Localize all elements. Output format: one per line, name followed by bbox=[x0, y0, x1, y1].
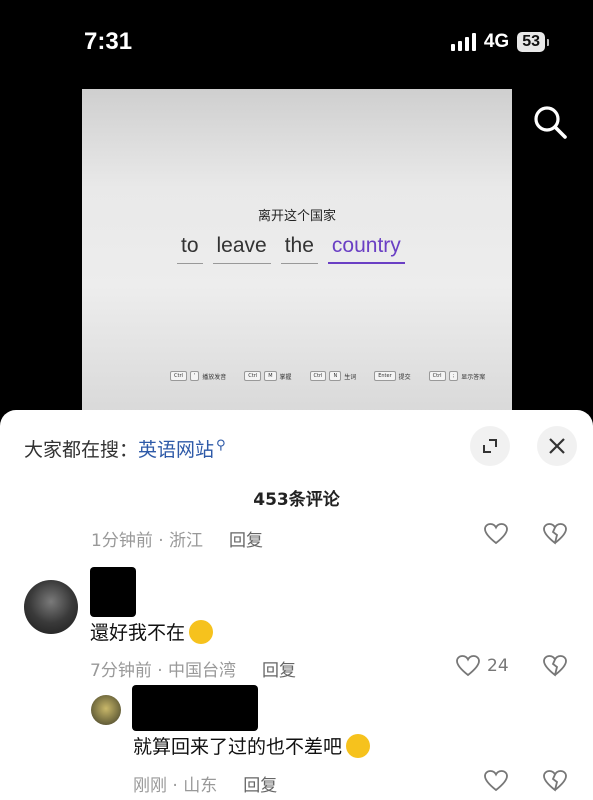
word-slot-active: country bbox=[327, 232, 405, 264]
video-player[interactable]: 离开这个国家 to leave the country Ctrl ' 播放发音 Ct… bbox=[82, 89, 512, 419]
like-button[interactable]: 24 bbox=[455, 654, 509, 678]
comment-meta: 1分钟前 · 浙江 回复 bbox=[91, 526, 263, 551]
shortcut-hint: Ctrl; 显示答案 bbox=[428, 371, 485, 381]
comment-count: 453条评论 bbox=[253, 490, 340, 510]
trending-search-term[interactable]: 英语网站 bbox=[138, 435, 214, 462]
word-slot: leave bbox=[212, 232, 271, 264]
dislike-button[interactable] bbox=[542, 522, 568, 546]
heart-icon bbox=[456, 655, 480, 677]
signal-icon bbox=[450, 33, 476, 51]
like-button[interactable] bbox=[483, 522, 509, 546]
network-type: 4G bbox=[483, 31, 510, 52]
redacted-username bbox=[132, 685, 258, 731]
shortcut-hint: Ctrl ' 播放发音 bbox=[170, 371, 226, 381]
status-indicators: 4G 53 bbox=[450, 31, 549, 53]
comments-sheet: 大家都在搜： 英语网站 ⚲ 453条评论 1分钟前 · 浙江 回复 還好我不在 … bbox=[0, 410, 593, 800]
comment-time-location: 7分钟前 · 中国台湾 bbox=[90, 661, 237, 681]
trending-search[interactable]: 大家都在搜： 英语网站 ⚲ bbox=[24, 435, 226, 462]
status-time: 7:31 bbox=[84, 28, 133, 55]
avatar[interactable] bbox=[24, 580, 78, 634]
expand-icon bbox=[483, 439, 497, 453]
comment-text: 還好我不在 bbox=[90, 618, 214, 645]
comment-text: 就算回来了过的也不差吧 bbox=[133, 732, 371, 759]
word-row: to leave the country bbox=[177, 232, 405, 264]
shortcut-hint: Ctrl M 掌握 bbox=[244, 371, 292, 381]
like-button[interactable] bbox=[483, 769, 509, 793]
expand-button[interactable] bbox=[470, 426, 510, 466]
reply-button[interactable]: 回复 bbox=[243, 771, 277, 796]
comment-time-location: 1分钟前 · 浙江 bbox=[91, 531, 204, 551]
word-slot: the bbox=[280, 232, 318, 264]
broken-heart-icon bbox=[543, 770, 567, 792]
close-button[interactable] bbox=[537, 426, 577, 466]
small-search-icon: ⚲ bbox=[216, 438, 226, 453]
broken-heart-icon bbox=[543, 655, 567, 677]
crying-emoji-icon bbox=[346, 733, 371, 758]
heart-icon bbox=[484, 770, 508, 792]
comment-meta: 7分钟前 · 中国台湾 回复 bbox=[90, 656, 296, 681]
word-slot: to bbox=[177, 232, 203, 264]
battery-indicator: 53 bbox=[517, 32, 549, 52]
redacted-username bbox=[90, 567, 136, 617]
trending-search-prefix: 大家都在搜： bbox=[24, 439, 139, 461]
comment-time-location: 刚刚 · 山东 bbox=[133, 776, 218, 796]
avatar[interactable] bbox=[91, 695, 121, 725]
shortcut-hints: Ctrl ' 播放发音 Ctrl M 掌握 Ctrl N 生词 Enter 提交 Ctrl; 显… bbox=[170, 371, 485, 381]
close-icon bbox=[549, 438, 565, 454]
search-icon bbox=[534, 106, 567, 139]
comment-meta: 刚刚 · 山东 回复 bbox=[133, 771, 277, 796]
like-count: 24 bbox=[487, 656, 509, 676]
video-chinese-title: 离开这个国家 bbox=[257, 209, 336, 224]
reply-button[interactable]: 回复 bbox=[262, 656, 296, 681]
reply-button[interactable]: 回复 bbox=[229, 526, 263, 551]
shortcut-hint: Ctrl N 生词 bbox=[309, 371, 356, 381]
heart-icon bbox=[484, 523, 508, 545]
broken-heart-icon bbox=[543, 523, 567, 545]
shortcut-hint: Enter 提交 bbox=[374, 371, 411, 381]
search-button[interactable] bbox=[528, 100, 572, 144]
laughing-emoji-icon bbox=[189, 619, 214, 644]
dislike-button[interactable] bbox=[542, 654, 568, 678]
dislike-button[interactable] bbox=[542, 769, 568, 793]
